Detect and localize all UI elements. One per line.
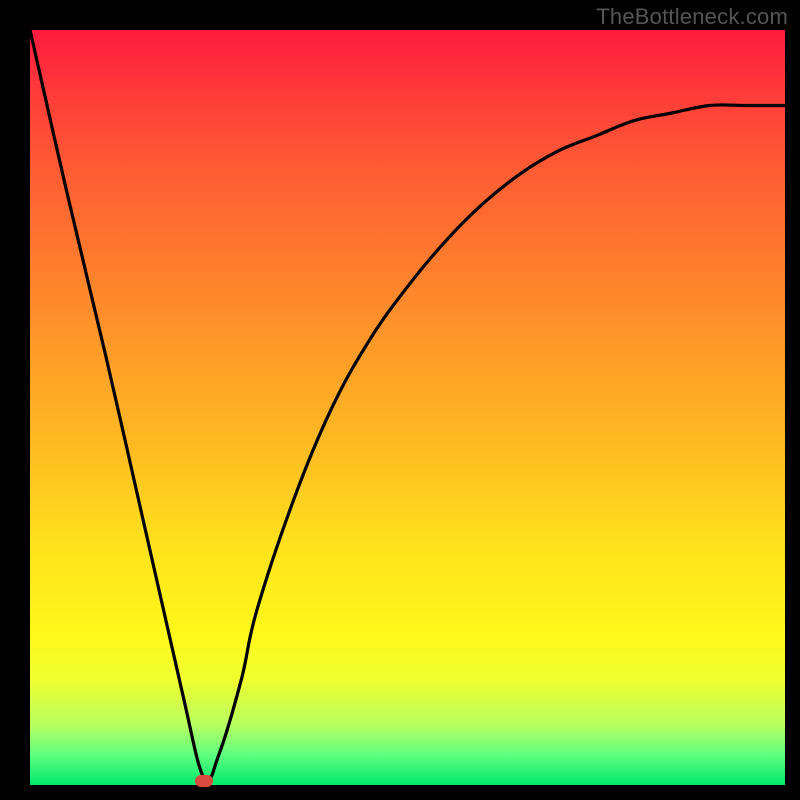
chart-frame: TheBottleneck.com (0, 0, 800, 800)
bottleneck-curve (30, 30, 785, 785)
plot-area (30, 30, 785, 785)
curve-path (30, 30, 785, 782)
optimum-marker (195, 775, 213, 787)
watermark-text: TheBottleneck.com (596, 4, 788, 30)
